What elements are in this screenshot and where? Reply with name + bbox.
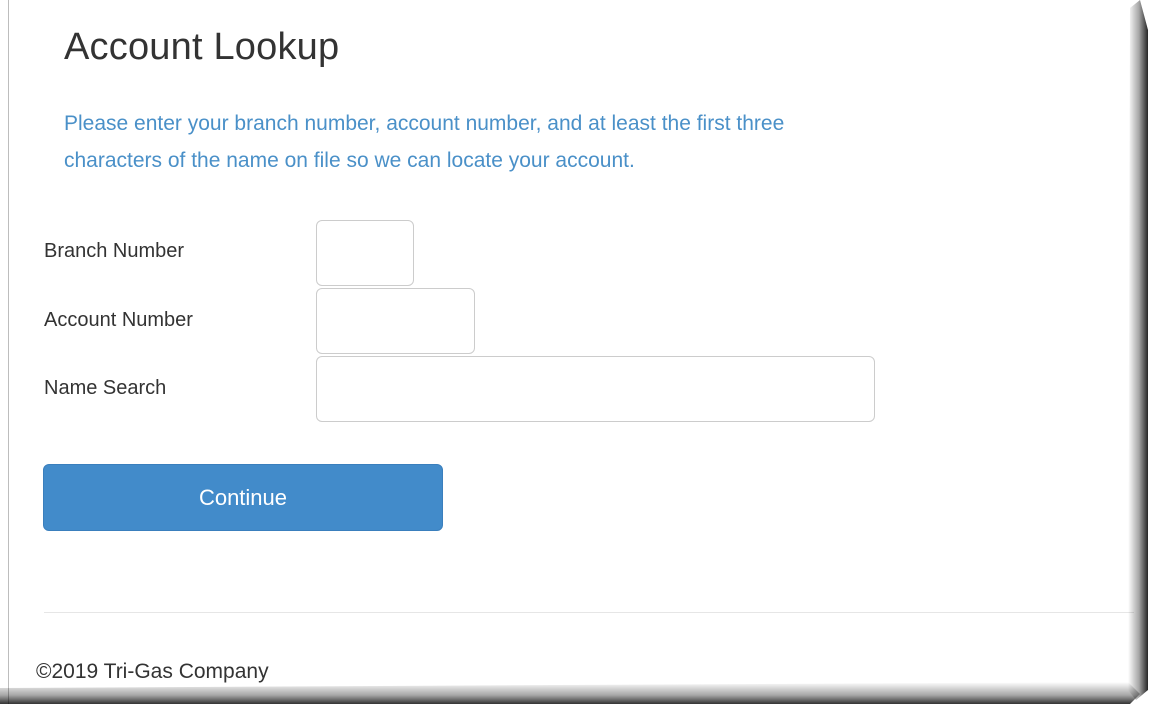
continue-button[interactable]: Continue bbox=[43, 464, 443, 531]
copyright-text: ©2019 Tri-Gas Company bbox=[36, 660, 269, 683]
page-title: Account Lookup bbox=[64, 26, 340, 68]
account-number-input[interactable] bbox=[316, 288, 475, 354]
branch-number-label: Branch Number bbox=[44, 240, 185, 262]
intro-line-2: characters of the name on file so we can… bbox=[64, 149, 635, 172]
account-lookup-page: Account Lookup Please enter your branch … bbox=[0, 0, 1155, 704]
account-number-label: Account Number bbox=[44, 309, 193, 331]
intro-line-1: Please enter your branch number, account… bbox=[64, 112, 785, 135]
branch-number-input[interactable] bbox=[316, 220, 414, 286]
intro-text: Please enter your branch number, account… bbox=[64, 105, 1074, 179]
name-search-label: Name Search bbox=[44, 377, 167, 399]
name-search-input[interactable] bbox=[316, 356, 875, 422]
footer-divider bbox=[44, 612, 1134, 613]
left-border bbox=[8, 0, 9, 704]
